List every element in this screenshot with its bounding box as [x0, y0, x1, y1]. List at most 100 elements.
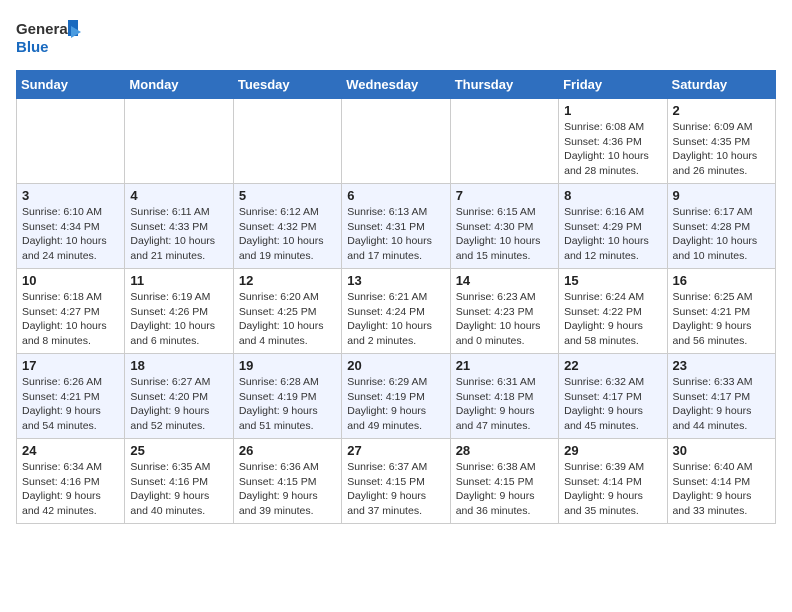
- day-info: Sunrise: 6:24 AM Sunset: 4:22 PM Dayligh…: [564, 290, 661, 349]
- day-info: Sunrise: 6:36 AM Sunset: 4:15 PM Dayligh…: [239, 460, 336, 519]
- calendar-cell: 26 Sunrise: 6:36 AM Sunset: 4:15 PM Dayli…: [233, 439, 341, 524]
- day-number: 21: [456, 358, 553, 373]
- calendar-cell: 29 Sunrise: 6:39 AM Sunset: 4:14 PM Dayli…: [559, 439, 667, 524]
- day-of-week-tuesday: Tuesday: [233, 71, 341, 99]
- day-info: Sunrise: 6:28 AM Sunset: 4:19 PM Dayligh…: [239, 375, 336, 434]
- calendar-cell: 10 Sunrise: 6:18 AM Sunset: 4:27 PM Dayli…: [17, 269, 125, 354]
- svg-text:Blue: Blue: [16, 39, 49, 56]
- day-number: 12: [239, 273, 336, 288]
- day-number: 7: [456, 188, 553, 203]
- calendar-cell: 2 Sunrise: 6:09 AM Sunset: 4:35 PM Daylig…: [667, 99, 775, 184]
- day-number: 15: [564, 273, 661, 288]
- calendar-cell: [233, 99, 341, 184]
- day-info: Sunrise: 6:26 AM Sunset: 4:21 PM Dayligh…: [22, 375, 119, 434]
- day-of-week-sunday: Sunday: [17, 71, 125, 99]
- calendar-cell: 30 Sunrise: 6:40 AM Sunset: 4:14 PM Dayli…: [667, 439, 775, 524]
- calendar-cell: 23 Sunrise: 6:33 AM Sunset: 4:17 PM Dayli…: [667, 354, 775, 439]
- calendar-cell: 12 Sunrise: 6:20 AM Sunset: 4:25 PM Dayli…: [233, 269, 341, 354]
- day-number: 2: [673, 103, 770, 118]
- calendar-cell: 8 Sunrise: 6:16 AM Sunset: 4:29 PM Daylig…: [559, 184, 667, 269]
- calendar-cell: 16Sunrise: 6:25 AM Sunset: 4:21 PM Dayli…: [667, 269, 775, 354]
- day-of-week-monday: Monday: [125, 71, 233, 99]
- day-number: 8: [564, 188, 661, 203]
- day-info: Sunrise: 6:15 AM Sunset: 4:30 PM Dayligh…: [456, 205, 553, 264]
- calendar-cell: 11Sunrise: 6:19 AM Sunset: 4:26 PM Dayli…: [125, 269, 233, 354]
- day-info: Sunrise: 6:40 AM Sunset: 4:14 PM Dayligh…: [673, 460, 770, 519]
- day-number: 9: [673, 188, 770, 203]
- day-info: Sunrise: 6:38 AM Sunset: 4:15 PM Dayligh…: [456, 460, 553, 519]
- calendar-cell: 28 Sunrise: 6:38 AM Sunset: 4:15 PM Dayli…: [450, 439, 558, 524]
- day-info: Sunrise: 6:31 AM Sunset: 4:18 PM Dayligh…: [456, 375, 553, 434]
- calendar-cell: 13 Sunrise: 6:21 AM Sunset: 4:24 PM Dayli…: [342, 269, 450, 354]
- day-number: 16: [673, 273, 770, 288]
- day-info: Sunrise: 6:35 AM Sunset: 4:16 PM Dayligh…: [130, 460, 227, 519]
- day-info: Sunrise: 6:29 AM Sunset: 4:19 PM Dayligh…: [347, 375, 444, 434]
- calendar-cell: 9 Sunrise: 6:17 AM Sunset: 4:28 PM Daylig…: [667, 184, 775, 269]
- day-info: Sunrise: 6:33 AM Sunset: 4:17 PM Dayligh…: [673, 375, 770, 434]
- day-number: 22: [564, 358, 661, 373]
- day-of-week-wednesday: Wednesday: [342, 71, 450, 99]
- day-info: Sunrise: 6:32 AM Sunset: 4:17 PM Dayligh…: [564, 375, 661, 434]
- calendar-cell: 4 Sunrise: 6:11 AM Sunset: 4:33 PM Daylig…: [125, 184, 233, 269]
- calendar-cell: [125, 99, 233, 184]
- svg-text:General: General: [16, 21, 72, 38]
- day-number: 30: [673, 443, 770, 458]
- day-info: Sunrise: 6:12 AM Sunset: 4:32 PM Dayligh…: [239, 205, 336, 264]
- calendar-cell: 24 Sunrise: 6:34 AM Sunset: 4:16 PM Dayli…: [17, 439, 125, 524]
- day-info: Sunrise: 6:23 AM Sunset: 4:23 PM Dayligh…: [456, 290, 553, 349]
- calendar-cell: 17 Sunrise: 6:26 AM Sunset: 4:21 PM Dayli…: [17, 354, 125, 439]
- calendar-cell: 6 Sunrise: 6:13 AM Sunset: 4:31 PM Daylig…: [342, 184, 450, 269]
- day-info: Sunrise: 6:11 AM Sunset: 4:33 PM Dayligh…: [130, 205, 227, 264]
- day-number: 4: [130, 188, 227, 203]
- day-number: 3: [22, 188, 119, 203]
- day-info: Sunrise: 6:20 AM Sunset: 4:25 PM Dayligh…: [239, 290, 336, 349]
- day-number: 23: [673, 358, 770, 373]
- day-info: Sunrise: 6:13 AM Sunset: 4:31 PM Dayligh…: [347, 205, 444, 264]
- calendar-cell: 27 Sunrise: 6:37 AM Sunset: 4:15 PM Dayli…: [342, 439, 450, 524]
- day-number: 29: [564, 443, 661, 458]
- day-info: Sunrise: 6:18 AM Sunset: 4:27 PM Dayligh…: [22, 290, 119, 349]
- calendar-cell: 20 Sunrise: 6:29 AM Sunset: 4:19 PM Dayli…: [342, 354, 450, 439]
- day-info: Sunrise: 6:37 AM Sunset: 4:15 PM Dayligh…: [347, 460, 444, 519]
- day-of-week-saturday: Saturday: [667, 71, 775, 99]
- calendar-cell: 15 Sunrise: 6:24 AM Sunset: 4:22 PM Dayli…: [559, 269, 667, 354]
- day-info: Sunrise: 6:19 AM Sunset: 4:26 PM Dayligh…: [130, 290, 227, 349]
- day-number: 13: [347, 273, 444, 288]
- day-number: 10: [22, 273, 119, 288]
- day-number: 24: [22, 443, 119, 458]
- calendar-cell: 14 Sunrise: 6:23 AM Sunset: 4:23 PM Dayli…: [450, 269, 558, 354]
- day-number: 27: [347, 443, 444, 458]
- day-number: 17: [22, 358, 119, 373]
- day-info: Sunrise: 6:10 AM Sunset: 4:34 PM Dayligh…: [22, 205, 119, 264]
- day-info: Sunrise: 6:17 AM Sunset: 4:28 PM Dayligh…: [673, 205, 770, 264]
- calendar-cell: [342, 99, 450, 184]
- day-number: 28: [456, 443, 553, 458]
- calendar-table: SundayMondayTuesdayWednesdayThursdayFrid…: [16, 70, 776, 524]
- day-info: Sunrise: 6:21 AM Sunset: 4:24 PM Dayligh…: [347, 290, 444, 349]
- day-number: 6: [347, 188, 444, 203]
- calendar-cell: 7 Sunrise: 6:15 AM Sunset: 4:30 PM Daylig…: [450, 184, 558, 269]
- day-number: 14: [456, 273, 553, 288]
- day-number: 18: [130, 358, 227, 373]
- logo-svg: GeneralBlue: [16, 16, 86, 60]
- calendar-cell: [17, 99, 125, 184]
- day-info: Sunrise: 6:34 AM Sunset: 4:16 PM Dayligh…: [22, 460, 119, 519]
- calendar-cell: 25 Sunrise: 6:35 AM Sunset: 4:16 PM Dayli…: [125, 439, 233, 524]
- day-number: 1: [564, 103, 661, 118]
- day-number: 25: [130, 443, 227, 458]
- day-number: 26: [239, 443, 336, 458]
- day-number: 5: [239, 188, 336, 203]
- day-info: Sunrise: 6:08 AM Sunset: 4:36 PM Dayligh…: [564, 120, 661, 179]
- day-number: 20: [347, 358, 444, 373]
- calendar-cell: 22 Sunrise: 6:32 AM Sunset: 4:17 PM Dayli…: [559, 354, 667, 439]
- day-of-week-thursday: Thursday: [450, 71, 558, 99]
- day-info: Sunrise: 6:39 AM Sunset: 4:14 PM Dayligh…: [564, 460, 661, 519]
- day-of-week-friday: Friday: [559, 71, 667, 99]
- day-number: 19: [239, 358, 336, 373]
- day-info: Sunrise: 6:09 AM Sunset: 4:35 PM Dayligh…: [673, 120, 770, 179]
- day-info: Sunrise: 6:16 AM Sunset: 4:29 PM Dayligh…: [564, 205, 661, 264]
- calendar-cell: 21 Sunrise: 6:31 AM Sunset: 4:18 PM Dayli…: [450, 354, 558, 439]
- logo: GeneralBlue: [16, 16, 86, 60]
- calendar-cell: 19 Sunrise: 6:28 AM Sunset: 4:19 PM Dayli…: [233, 354, 341, 439]
- page-header: GeneralBlue: [16, 16, 776, 60]
